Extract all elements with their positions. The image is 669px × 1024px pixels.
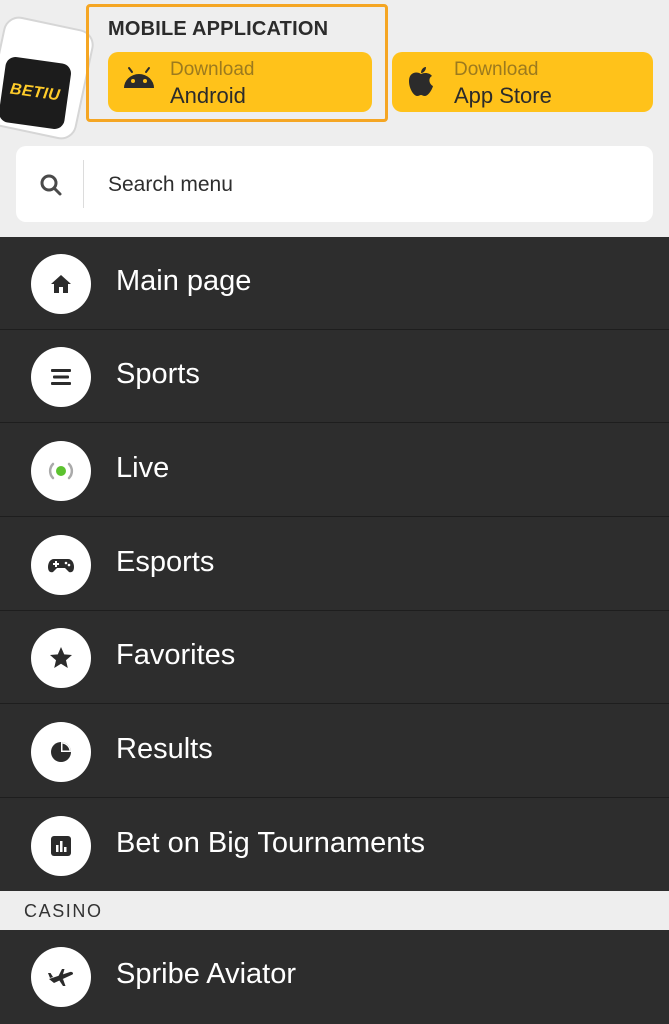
app-download-banner: BETIU MOBILE APPLICATION Download Androi… [0, 0, 669, 143]
live-icon [48, 462, 74, 480]
menu-item-esports[interactable]: Esports [0, 518, 669, 611]
menu-item-label: Esports [116, 546, 215, 578]
menu-item-live[interactable]: Live [0, 424, 669, 517]
search-menu-field[interactable]: Search menu [16, 146, 653, 222]
casino-section-header: CASINO [0, 891, 669, 930]
android-store-label: Android [170, 83, 246, 108]
menu-item-label: Bet on Big Tournaments [116, 827, 425, 859]
menu-item-results[interactable]: Results [0, 705, 669, 798]
pie-chart-icon [51, 742, 71, 762]
menu-item-main-page[interactable]: Main page [0, 237, 669, 330]
menu-item-sports[interactable]: Sports [0, 330, 669, 423]
menu-item-label: Live [116, 452, 170, 484]
menu-item-label: Spribe Aviator [116, 958, 297, 990]
menu-item-bet-on-big-tournaments[interactable]: Bet on Big Tournaments [0, 799, 669, 892]
menu-item-label: Sports [116, 358, 200, 390]
app-logo: BETIU [0, 55, 73, 131]
mobile-application-title: MOBILE APPLICATION [108, 18, 329, 40]
download-android-button[interactable]: Download Android [108, 52, 372, 112]
bar-chart-icon [51, 836, 71, 856]
appstore-download-label: Download [454, 59, 539, 80]
star-icon [50, 647, 72, 668]
search-divider [83, 160, 84, 208]
menu-item-spribe-aviator[interactable]: Spribe Aviator [0, 930, 669, 1023]
menu-item-favorites[interactable]: Favorites [0, 611, 669, 704]
list-icon [51, 369, 71, 385]
android-icon [124, 67, 154, 88]
search-icon [40, 174, 62, 196]
menu-item-label: Results [116, 733, 213, 765]
main-menu: Main page Sports Live Esports Favorites … [0, 237, 669, 891]
menu-item-label: Favorites [116, 639, 236, 671]
plane-icon [48, 969, 74, 986]
home-icon [51, 275, 71, 293]
android-download-label: Download [170, 59, 255, 80]
apple-icon [409, 67, 433, 96]
gamepad-icon [48, 559, 74, 573]
casino-menu: Spribe Aviator [0, 930, 669, 1024]
appstore-store-label: App Store [454, 83, 552, 108]
section-label: CASINO [24, 901, 103, 921]
menu-item-label: Main page [116, 265, 252, 297]
download-appstore-button[interactable]: Download App Store [392, 52, 653, 112]
search-input[interactable]: Search menu [108, 173, 233, 197]
